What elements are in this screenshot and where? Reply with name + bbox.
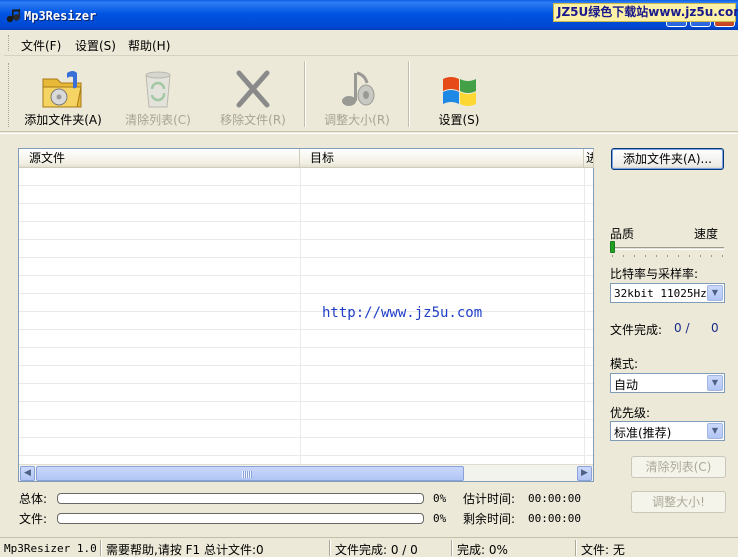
- settings-tool-button[interactable]: 设置(S): [416, 57, 502, 132]
- remove-file-tool-button[interactable]: 移除文件(R): [208, 57, 298, 132]
- window-title: Mp3Resizer: [24, 9, 97, 23]
- clear-list-button[interactable]: 清除列表(C): [631, 456, 726, 478]
- mode-label: 模式:: [610, 357, 639, 371]
- priority-value: 标准(推荐): [614, 426, 672, 440]
- scroll-right-arrow-icon[interactable]: ▶: [577, 466, 592, 481]
- slider-thumb[interactable]: [610, 241, 615, 253]
- add-folder-tool-button[interactable]: 添加文件夹(A): [18, 57, 108, 132]
- files-done-value: 0 /: [674, 321, 690, 335]
- add-folder-tool-label: 添加文件夹(A): [24, 113, 102, 127]
- file-progress-percent: 0%: [433, 512, 447, 525]
- chevron-down-icon[interactable]: ▼: [707, 375, 723, 391]
- scroll-left-arrow-icon[interactable]: ◀: [20, 466, 35, 481]
- toolbar-separator: [304, 61, 306, 127]
- horizontal-scrollbar[interactable]: ◀ ▶: [19, 464, 593, 481]
- status-files-done: 文件完成: 0 / 0: [335, 543, 418, 557]
- windows-logo-icon: [443, 77, 476, 106]
- status-bar: Mp3Resizer 1.0 需要帮助,请按 F1 总计文件:0 文件完成: 0…: [0, 537, 738, 557]
- slider-ticks: [612, 255, 724, 257]
- menu-help[interactable]: 帮助(H): [128, 37, 170, 54]
- toolbar: 添加文件夹(A) 清除列表(C) 移除文件(R) 调整大小(R) 设置(S): [0, 57, 738, 132]
- file-list-header: 源文件 目标 进: [19, 149, 594, 168]
- quality-speed-slider[interactable]: [612, 247, 724, 250]
- resize-tool-button[interactable]: 调整大小(R): [312, 57, 402, 132]
- clear-list-tool-button[interactable]: 清除列表(C): [114, 57, 202, 132]
- bitrate-value: 32kbit 11025Hz: [614, 287, 707, 300]
- chevron-down-icon[interactable]: ▼: [707, 285, 723, 301]
- resize-tool-label: 调整大小(R): [324, 113, 390, 127]
- estimated-time-label: 估计时间:: [463, 492, 516, 506]
- priority-select[interactable]: 标准(推荐) ▼: [610, 421, 725, 441]
- quality-label: 品质: [610, 227, 635, 241]
- music-note-icon: [342, 71, 375, 106]
- status-current-file: 文件: 无: [581, 543, 625, 557]
- status-help-text: 需要帮助,请按 F1 总计文件:0: [106, 543, 264, 557]
- file-progress-bar: [57, 513, 424, 524]
- bitrate-select[interactable]: 32kbit 11025Hz ▼: [610, 283, 725, 303]
- column-divider: [584, 168, 585, 464]
- status-app-version: Mp3Resizer 1.0: [4, 542, 97, 555]
- x-remove-icon: [236, 70, 270, 108]
- column-header-target[interactable]: 目标: [300, 149, 584, 168]
- toolbar-grip[interactable]: [8, 63, 11, 127]
- watermark-url: http://www.jz5u.com: [322, 305, 483, 321]
- chevron-down-icon[interactable]: ▼: [707, 423, 723, 439]
- menu-settings[interactable]: 设置(S): [75, 37, 116, 54]
- status-separator: [575, 540, 577, 556]
- toolbar-separator: [408, 61, 410, 127]
- settings-tool-label: 设置(S): [438, 113, 480, 127]
- file-list[interactable]: 源文件 目标 进 http://www.jz5u.com ◀ ▶: [18, 148, 594, 482]
- remaining-time-value: 00:00:00: [528, 512, 581, 525]
- remove-file-tool-label: 移除文件(R): [220, 113, 286, 127]
- remaining-time-label: 剩余时间:: [463, 512, 516, 526]
- status-separator: [451, 540, 453, 556]
- column-header-source[interactable]: 源文件: [19, 149, 300, 168]
- menubar-grip[interactable]: [8, 35, 11, 51]
- folder-music-icon: [42, 71, 82, 108]
- menu-bar: 文件(F) 设置(S) 帮助(H): [4, 30, 738, 56]
- thumb-grip: [242, 471, 252, 478]
- bitrate-label: 比特率与采样率:: [610, 267, 699, 281]
- total-progress-percent: 0%: [433, 492, 447, 505]
- total-progress-bar: [57, 493, 424, 504]
- clear-list-tool-label: 清除列表(C): [125, 113, 191, 127]
- speed-label: 速度: [694, 227, 719, 241]
- file-list-body[interactable]: http://www.jz5u.com: [19, 168, 593, 464]
- site-watermark: JZ5U绿色下载站www.jz5u.com: [553, 3, 738, 22]
- files-done-total: 0: [711, 321, 719, 335]
- title-bar[interactable]: Mp3Resizer JZ5U绿色下载站www.jz5u.com: [0, 0, 738, 30]
- main-panel: 源文件 目标 进 http://www.jz5u.com ◀ ▶ 添加文件夹(A…: [0, 133, 738, 537]
- column-divider: [300, 168, 301, 464]
- app-window: Mp3Resizer JZ5U绿色下载站www.jz5u.com 文件(F) 设…: [0, 0, 738, 557]
- recycle-bin-icon: [145, 71, 171, 108]
- mode-value: 自动: [614, 378, 639, 392]
- status-completion: 完成: 0%: [457, 543, 508, 557]
- mode-select[interactable]: 自动 ▼: [610, 373, 725, 393]
- file-progress-label: 文件:: [19, 512, 48, 526]
- scrollbar-thumb[interactable]: [36, 466, 464, 481]
- total-progress-label: 总体:: [19, 492, 48, 506]
- files-done-label: 文件完成:: [610, 323, 663, 337]
- column-header-progress[interactable]: 进: [584, 149, 594, 168]
- estimated-time-value: 00:00:00: [528, 492, 581, 505]
- priority-label: 优先级:: [610, 406, 651, 420]
- add-folder-button[interactable]: 添加文件夹(A)...: [611, 148, 724, 170]
- status-separator: [329, 540, 331, 556]
- status-separator: [100, 540, 102, 556]
- menu-file[interactable]: 文件(F): [21, 37, 61, 54]
- resize-button[interactable]: 调整大小!: [631, 491, 726, 513]
- app-icon[interactable]: [5, 8, 21, 24]
